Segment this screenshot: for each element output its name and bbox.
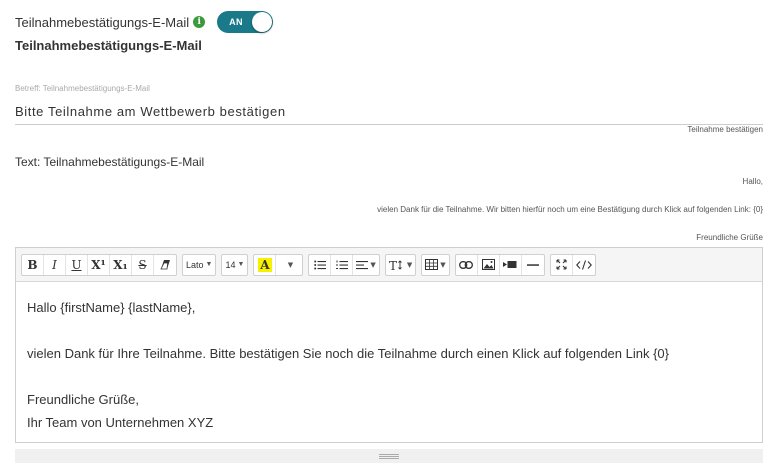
align-dropdown[interactable]: ▼	[353, 255, 378, 275]
unordered-list-icon[interactable]	[309, 254, 332, 275]
line-height-dropdown[interactable]: T ▼	[386, 255, 415, 275]
highlight-letter: A	[258, 257, 272, 272]
editor-line-empty	[27, 365, 751, 388]
underline-button[interactable]: U	[66, 254, 88, 275]
editor-line-closing: Freundliche Grüße,	[27, 392, 139, 407]
chevron-down-icon: ▼	[237, 261, 245, 268]
editor-line-empty	[27, 319, 751, 342]
editor-resize-handle[interactable]	[15, 449, 763, 463]
align-left-icon	[356, 260, 369, 269]
color-group: A ▼	[253, 253, 304, 276]
fullscreen-icon[interactable]	[551, 254, 573, 275]
font-size-dropdown[interactable]: 14 ▼	[222, 255, 247, 275]
info-icon[interactable]: i	[193, 16, 206, 28]
font-family-value: Lato	[186, 259, 204, 270]
strikethrough-button[interactable]: S	[132, 254, 154, 275]
table-group: ▼	[421, 253, 450, 276]
color-dropdown[interactable]: ▼	[276, 255, 302, 275]
confirmation-email-label: Teilnahmebestätigungs-E-Mail	[15, 14, 190, 30]
chevron-down-icon: ▼	[287, 260, 294, 269]
ordered-list-icon[interactable]	[331, 254, 354, 275]
image-icon[interactable]	[478, 254, 500, 275]
code-view-icon[interactable]	[573, 255, 595, 275]
editor-line-greeting: Hallo {firstName} {lastName},	[27, 300, 196, 315]
link-icon[interactable]	[456, 254, 478, 275]
toggle-knob	[252, 12, 273, 32]
font-style-group: B I U X¹ X₁ S	[21, 253, 177, 276]
subject-field-group: Betreff: Teilnahmebestätigungs-E-Mail	[15, 84, 763, 125]
table-icon	[425, 259, 439, 270]
highlight-color-button[interactable]: A	[254, 254, 277, 275]
subject-label: Betreff: Teilnahmebestätigungs-E-Mail	[15, 84, 150, 93]
eraser-icon[interactable]	[154, 255, 176, 275]
chevron-down-icon: ▼	[440, 260, 446, 269]
insert-group	[454, 253, 545, 276]
font-family-dropdown[interactable]: Lato ▼	[183, 255, 215, 275]
text-label: Text: Teilnahmebestätigungs-E-Mail	[15, 155, 205, 169]
horizontal-rule-icon[interactable]	[522, 255, 544, 275]
view-group	[549, 253, 596, 276]
subject-hint: Teilnahme bestätigen	[687, 125, 763, 134]
font-family-group: Lato ▼	[182, 253, 217, 276]
subject-input[interactable]	[15, 99, 763, 125]
text-height-group: T ▼	[384, 253, 417, 276]
video-icon[interactable]	[500, 254, 522, 275]
svg-text:T: T	[389, 259, 397, 271]
italic-button[interactable]: I	[44, 254, 66, 275]
font-size-value: 14	[225, 259, 236, 270]
confirmation-email-toggle-row: Teilnahmebestätigungs-E-Mail i AN	[15, 11, 274, 33]
table-dropdown[interactable]: ▼	[422, 255, 448, 275]
superscript-button[interactable]: X¹	[88, 254, 110, 275]
preview-line-body: vielen Dank für die Teilnahme. Wir bitte…	[377, 205, 763, 214]
subscript-button[interactable]: X₁	[110, 254, 132, 275]
chevron-down-icon: ▼	[205, 261, 213, 268]
text-height-icon: T	[389, 259, 402, 271]
section-heading: Teilnahmebestätigungs-E-Mail	[15, 38, 202, 53]
editor-line-signature: Ihr Team von Unternehmen XYZ	[27, 415, 214, 430]
toggle-state-label: AN	[229, 17, 243, 27]
chevron-down-icon: ▼	[406, 260, 413, 269]
editor-line-body: vielen Dank für Ihre Teilnahme. Bitte be…	[27, 346, 669, 361]
bold-button[interactable]: B	[22, 254, 44, 275]
preview-line-greeting: Hallo,	[742, 177, 763, 186]
editor-content[interactable]: Hallo {firstName} {lastName}, vielen Dan…	[16, 282, 762, 448]
preview-line-closing: Freundliche Grüße	[696, 233, 763, 242]
rich-text-editor: B I U X¹ X₁ S Lato ▼ 14 ▼ A ▼ ▼ T ▼ ▼ Ha…	[15, 247, 763, 443]
paragraph-group: ▼	[308, 253, 380, 276]
font-size-group: 14 ▼	[221, 253, 249, 276]
chevron-down-icon: ▼	[370, 260, 376, 269]
confirmation-email-toggle[interactable]: AN	[217, 11, 274, 33]
grip-icon	[379, 453, 399, 459]
editor-toolbar: B I U X¹ X₁ S Lato ▼ 14 ▼ A ▼ ▼ T ▼ ▼	[16, 248, 762, 282]
